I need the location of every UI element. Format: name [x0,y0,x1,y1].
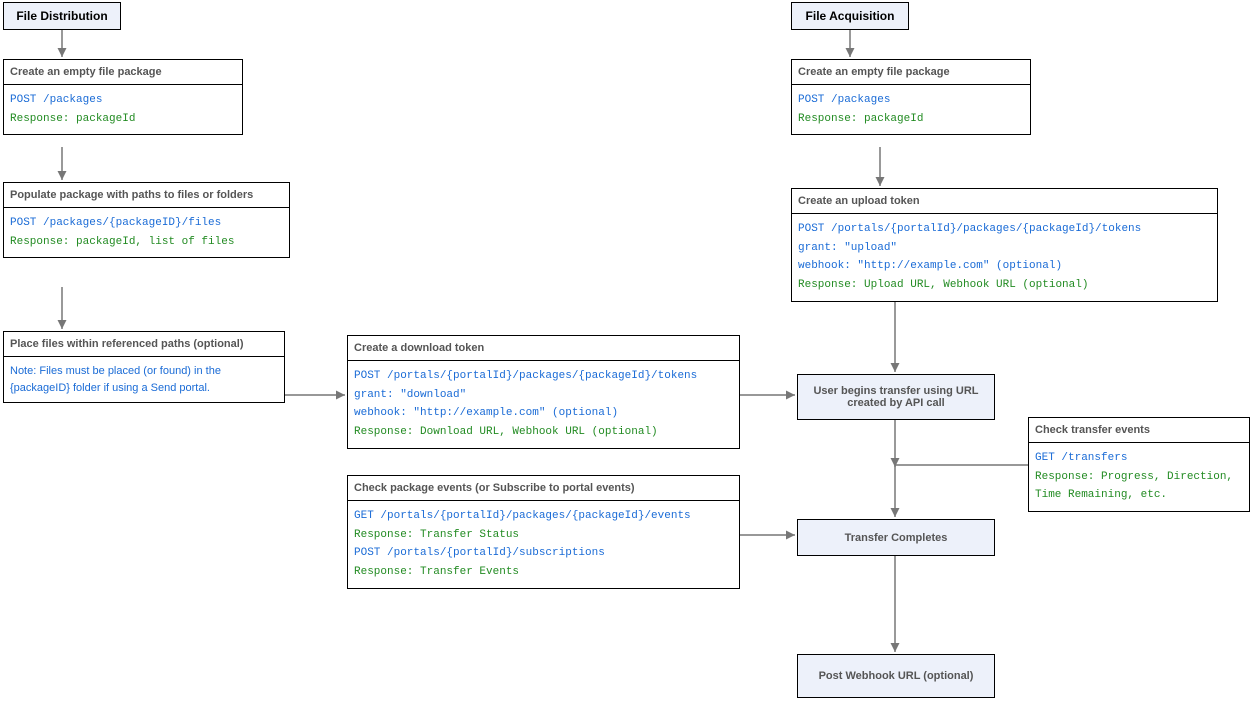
api-request: POST /portals/{portalId}/subscriptions [354,544,733,563]
api-request-webhook: webhook: "http://example.com" (optional) [354,404,733,423]
node-dist-place-files: Place files within referenced paths (opt… [3,331,285,403]
api-response: Response: Transfer Events [354,563,733,582]
node-check-transfer-events: Check transfer events GET /transfers Res… [1028,417,1250,512]
api-request: POST /packages [798,91,1024,110]
api-request: POST /portals/{portalId}/packages/{packa… [354,367,733,386]
api-request: GET /portals/{portalId}/packages/{packag… [354,507,733,526]
node-title: Place files within referenced paths (opt… [4,332,284,357]
node-acq-upload-token: Create an upload token POST /portals/{po… [791,188,1218,302]
header-label: File Distribution [16,9,107,23]
action-label: Transfer Completes [845,532,948,544]
api-response: Response: packageId [798,110,1024,129]
diagram-canvas: File Distribution Create an empty file p… [0,0,1257,710]
node-title: Create an empty file package [792,60,1030,85]
node-check-events: Check package events (or Subscribe to po… [347,475,740,589]
action-label: Post Webhook URL (optional) [819,670,974,682]
api-request-grant: grant: "download" [354,386,733,405]
node-dist-populate: Populate package with paths to files or … [3,182,290,258]
header-file-acquisition: File Acquisition [791,2,909,30]
node-body: GET /portals/{portalId}/packages/{packag… [348,501,739,588]
node-acq-create-empty: Create an empty file package POST /packa… [791,59,1031,135]
node-body: POST /portals/{portalId}/packages/{packa… [792,214,1217,301]
api-request: POST /packages [10,91,236,110]
node-title: Create an empty file package [4,60,242,85]
node-body: POST /packages/{packageID}/files Respons… [4,208,289,257]
node-body: POST /portals/{portalId}/packages/{packa… [348,361,739,448]
node-body: Note: Files must be placed (or found) in… [4,357,284,402]
node-user-begins-transfer: User begins transfer using URL created b… [797,374,995,420]
api-response: Response: Progress, Direction, Time Rema… [1035,468,1243,505]
node-transfer-completes: Transfer Completes [797,519,995,556]
node-download-token: Create a download token POST /portals/{p… [347,335,740,449]
node-note: Note: Files must be placed (or found) in… [10,363,278,396]
api-request-webhook: webhook: "http://example.com" (optional) [798,257,1211,276]
api-response: Response: Transfer Status [354,526,733,545]
node-body: POST /packages Response: packageId [4,85,242,134]
node-body: POST /packages Response: packageId [792,85,1030,134]
node-title: Check transfer events [1029,418,1249,443]
node-body: GET /transfers Response: Progress, Direc… [1029,443,1249,511]
node-title: Populate package with paths to files or … [4,183,289,208]
action-label: User begins transfer using URL created b… [802,385,990,409]
node-title: Create a download token [348,336,739,361]
header-label: File Acquisition [806,9,895,23]
node-post-webhook: Post Webhook URL (optional) [797,654,995,698]
api-response: Response: Download URL, Webhook URL (opt… [354,423,733,442]
api-response: Response: packageId [10,110,236,129]
api-response: Response: Upload URL, Webhook URL (optio… [798,276,1211,295]
api-request: POST /packages/{packageID}/files [10,214,283,233]
node-dist-create-empty: Create an empty file package POST /packa… [3,59,243,135]
header-file-distribution: File Distribution [3,2,121,30]
node-title: Create an upload token [792,189,1217,214]
api-response: Response: packageId, list of files [10,233,283,252]
api-request-grant: grant: "upload" [798,239,1211,258]
api-request: GET /transfers [1035,449,1243,468]
node-title: Check package events (or Subscribe to po… [348,476,739,501]
api-request: POST /portals/{portalId}/packages/{packa… [798,220,1211,239]
